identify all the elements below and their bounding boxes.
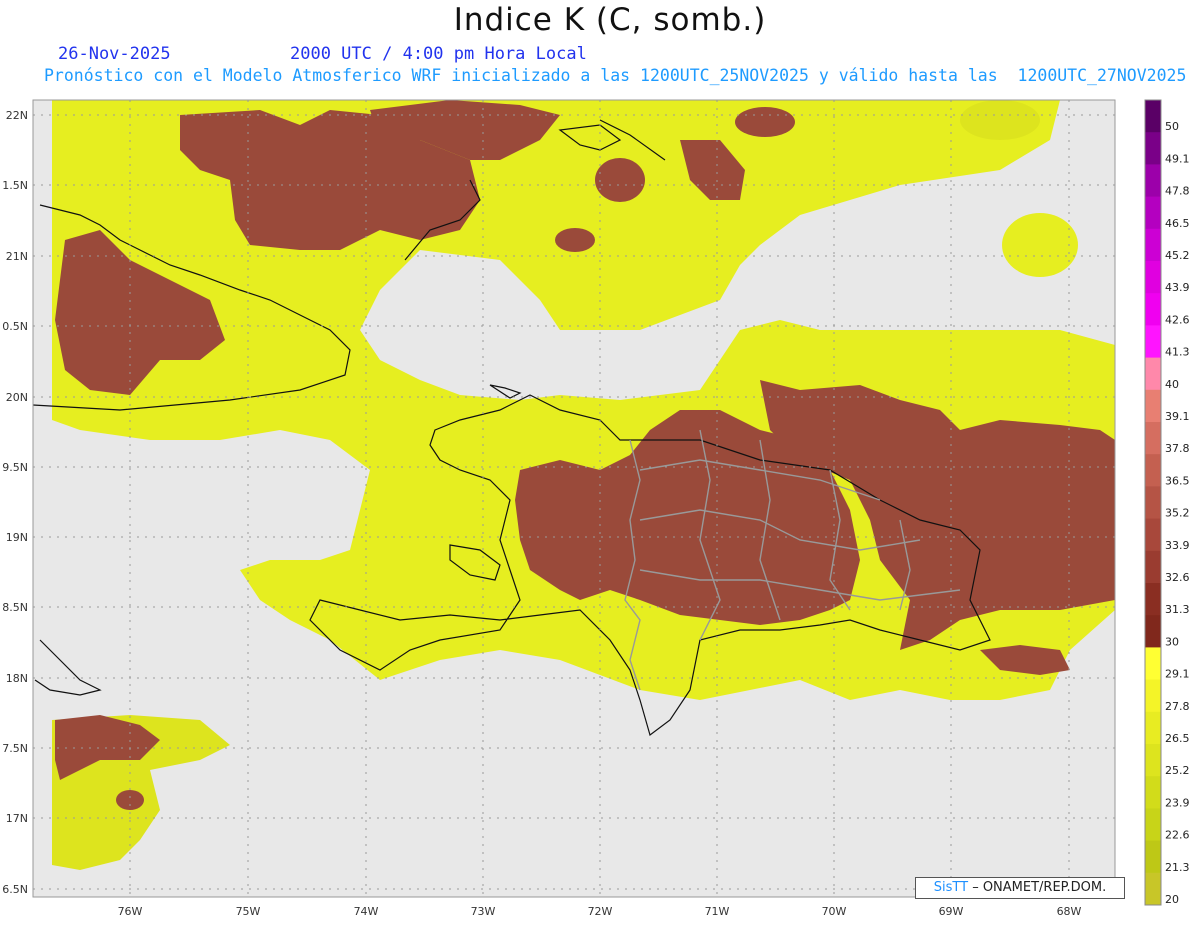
colorbar-label: 41.3: [1165, 346, 1190, 359]
colorbar-swatch: [1145, 615, 1161, 648]
colorbar-swatch: [1145, 486, 1161, 520]
lat-label: 18N: [6, 672, 28, 685]
colorbar-swatch: [1145, 840, 1161, 874]
colorbar-label: 47.8: [1165, 185, 1190, 198]
colorbar-swatch: [1145, 357, 1161, 391]
colorbar-label: 26.5: [1165, 732, 1190, 745]
colorbar-label: 40: [1165, 378, 1179, 391]
lat-label: 9.5N: [2, 461, 28, 474]
colorbar: 50 49.1 47.8 46.5 45.2 43.9 42.6 41.3 40 39.1 37.8…: [1144, 99, 1190, 906]
lon-label: 68W: [1057, 905, 1082, 918]
lon-label: 75W: [236, 905, 261, 918]
colorbar-swatch: [1145, 164, 1161, 198]
colorbar-label: 49.1: [1165, 152, 1190, 165]
colorbar-label: 32.6: [1165, 571, 1190, 584]
lon-label: 73W: [471, 905, 496, 918]
lat-label: 0.5N: [2, 320, 28, 333]
colorbar-swatch: [1145, 132, 1161, 165]
colorbar-label: 25.2: [1165, 764, 1190, 777]
colorbar-label: 43.9: [1165, 281, 1190, 294]
lat-label: 6.5N: [2, 883, 28, 896]
brown-blob-1: [595, 158, 645, 202]
colorbar-label: 50: [1165, 120, 1179, 133]
yellow-blob-east: [1002, 213, 1078, 277]
lat-label: 21N: [6, 250, 28, 263]
colorbar-label: 33.9: [1165, 539, 1190, 552]
colorbar-swatch: [1145, 228, 1161, 262]
colorbar-swatch: [1145, 325, 1161, 359]
lon-label: 69W: [939, 905, 964, 918]
yellow-blob-northeast: [960, 100, 1040, 140]
brown-blob-3: [116, 790, 144, 810]
lat-label: 8.5N: [2, 601, 28, 614]
colorbar-swatch: [1145, 293, 1161, 326]
colorbar-label: 30: [1165, 635, 1179, 648]
lat-label: 1.5N: [2, 179, 28, 192]
colorbar-swatch: [1145, 550, 1161, 584]
colorbar-label: 35.2: [1165, 507, 1190, 520]
credit-text: – ONAMET/REP.DOM.: [968, 880, 1107, 895]
colorbar-label: 39.1: [1165, 410, 1190, 423]
lon-label: 70W: [822, 905, 847, 918]
colorbar-swatch: [1145, 679, 1161, 713]
colorbar-label: 21.3: [1165, 861, 1190, 874]
latitude-axis: 22N 1.5N 21N 0.5N 20N 9.5N 19N 8.5N 18N …: [2, 109, 28, 896]
colorbar-label: 29.1: [1165, 668, 1190, 681]
brown-blob-2: [735, 107, 795, 137]
colorbar-label: 45.2: [1165, 249, 1190, 262]
colorbar-swatch: [1145, 583, 1161, 616]
lat-label: 17N: [6, 812, 28, 825]
colorbar-label: 20: [1165, 893, 1179, 906]
colorbar-label: 37.8: [1165, 442, 1190, 455]
colorbar-swatch: [1145, 518, 1161, 552]
lon-label: 71W: [705, 905, 730, 918]
lon-label: 76W: [118, 905, 143, 918]
colorbar-swatch: [1145, 422, 1161, 455]
colorbar-swatch: [1145, 261, 1161, 294]
colorbar-label: 46.5: [1165, 217, 1190, 230]
lat-label: 7.5N: [2, 742, 28, 755]
brown-blob-4: [555, 228, 595, 252]
colorbar-swatch: [1145, 196, 1161, 230]
credit-box: SisTT – ONAMET/REP.DOM.: [915, 877, 1125, 899]
longitude-axis: 76W 75W 74W 73W 72W 71W 70W 69W 68W: [118, 905, 1082, 918]
colorbar-label: 42.6: [1165, 313, 1190, 326]
colorbar-label: 23.9: [1165, 796, 1190, 809]
colorbar-label: 36.5: [1165, 474, 1190, 487]
colorbar-swatch: [1145, 808, 1161, 842]
colorbar-swatch: [1145, 389, 1161, 423]
lat-label: 19N: [6, 531, 28, 544]
colorbar-swatch: [1145, 454, 1161, 487]
colorbar-label: 31.3: [1165, 603, 1190, 616]
colorbar-swatch: [1145, 647, 1161, 681]
lat-label: 20N: [6, 391, 28, 404]
colorbar-swatch: [1145, 744, 1161, 777]
lat-label: 22N: [6, 109, 28, 122]
lon-label: 74W: [354, 905, 379, 918]
colorbar-swatch: [1145, 776, 1161, 809]
forecast-map: 22N 1.5N 21N 0.5N 20N 9.5N 19N 8.5N 18N …: [2, 99, 1190, 918]
lon-label: 72W: [588, 905, 613, 918]
credit-brand: SisTT: [933, 880, 969, 895]
colorbar-swatch: [1145, 872, 1161, 906]
colorbar-label: 27.8: [1165, 700, 1190, 713]
colorbar-swatch: [1145, 100, 1161, 133]
colorbar-swatch: [1145, 711, 1161, 745]
colorbar-label: 22.6: [1165, 829, 1190, 842]
